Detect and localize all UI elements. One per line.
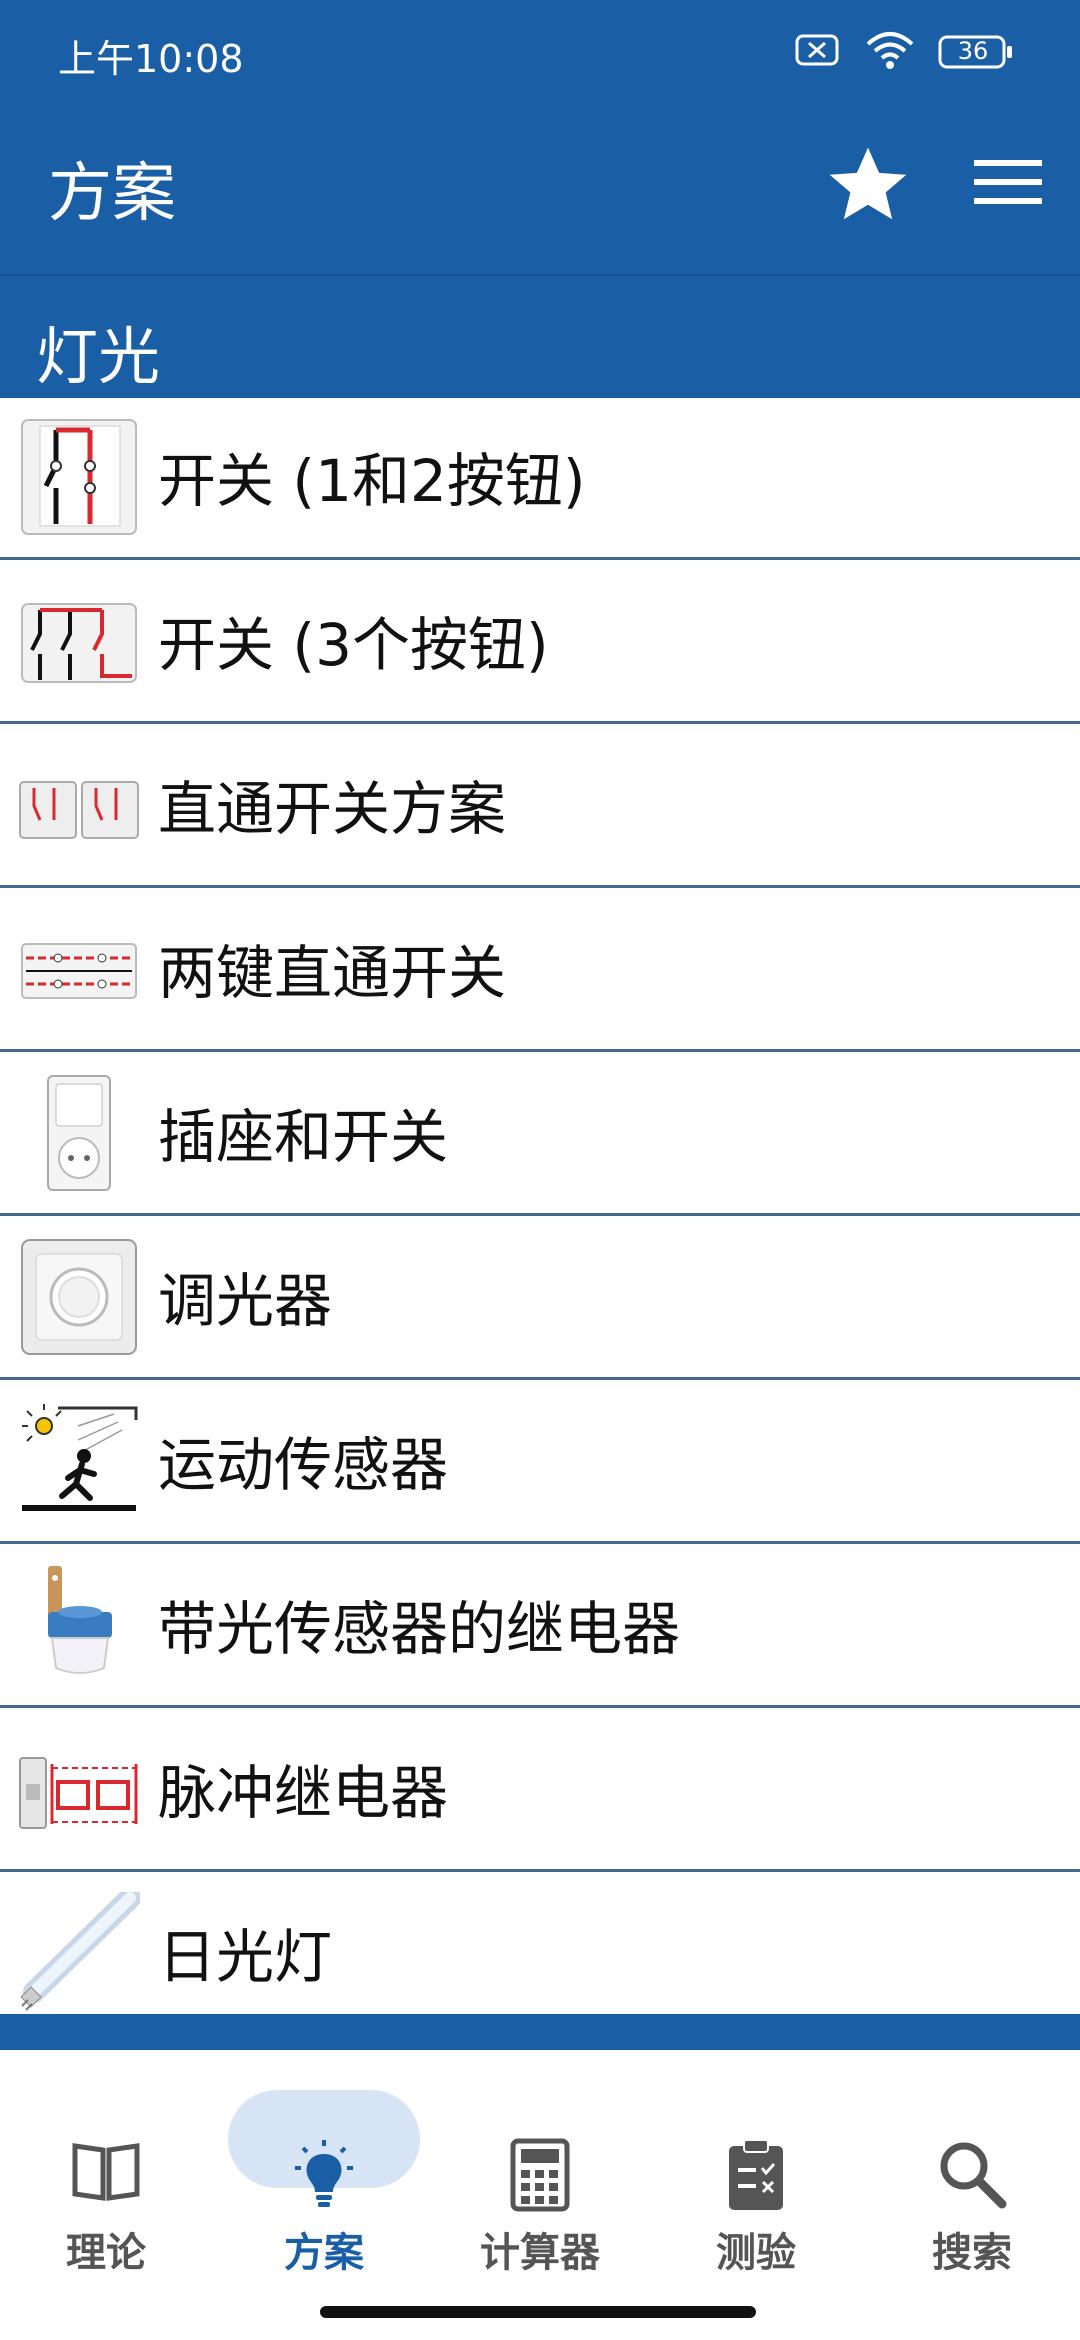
list-item[interactable]: 直通开关方案	[0, 724, 1080, 888]
list-item[interactable]: 脉冲继电器	[0, 1708, 1080, 1872]
sim-disabled-icon	[794, 32, 842, 72]
status-bar: 上午10:08 36	[0, 0, 1080, 100]
menu-button[interactable]	[968, 142, 1048, 222]
switch-1-2-diagram-icon	[18, 416, 140, 538]
item-label: 带光传感器的继电器	[158, 1595, 681, 1663]
favorites-button[interactable]	[822, 138, 914, 230]
list-item[interactable]: 调光器	[0, 1216, 1080, 1380]
two-key-pass-through-icon	[18, 908, 140, 1030]
list-footer-bar	[0, 2014, 1080, 2050]
tab-label: 方案	[284, 2230, 364, 2276]
list-item[interactable]: 带光传感器的继电器	[0, 1544, 1080, 1708]
list-item[interactable]: 日光灯	[0, 1872, 1080, 2036]
battery-icon: 36	[938, 34, 1014, 70]
pass-through-switch-icon	[18, 744, 140, 866]
tab-quiz[interactable]: 测验	[656, 2090, 856, 2290]
switch-3-diagram-icon	[18, 580, 140, 702]
pulse-relay-icon	[18, 1728, 140, 1850]
section-header: 灯光	[0, 274, 1080, 398]
motion-sensor-icon	[18, 1400, 140, 1522]
list-item[interactable]: 运动传感器	[0, 1380, 1080, 1544]
tab-label: 测验	[716, 2230, 796, 2276]
tab-label: 计算器	[480, 2230, 600, 2276]
tab-search[interactable]: 搜索	[872, 2090, 1072, 2290]
app-bar: 方案	[0, 100, 1080, 274]
page-title: 方案	[48, 157, 176, 231]
tab-label: 搜索	[932, 2230, 1012, 2276]
status-icons: 36	[794, 30, 1014, 74]
socket-switch-icon	[18, 1072, 140, 1194]
section-title: 灯光	[36, 320, 161, 393]
scheme-list: 开关 (1和2按钮) 开关 (3个按钮) 直通开关方案 两键直通开关 插座和开关…	[0, 396, 1080, 2036]
star-icon	[829, 147, 907, 220]
dimmer-icon	[18, 1236, 140, 1358]
item-label: 脉冲继电器	[158, 1759, 449, 1827]
item-label: 日光灯	[158, 1923, 333, 1991]
home-indicator[interactable]	[320, 2306, 756, 2318]
bottom-navigation: 理论 方案 计算器 测验 搜索	[0, 2050, 1080, 2340]
tab-calculator[interactable]: 计算器	[440, 2090, 640, 2290]
tab-label: 理论	[66, 2230, 146, 2276]
fluorescent-lamp-icon	[18, 1887, 141, 2014]
tab-theory[interactable]: 理论	[6, 2090, 206, 2290]
wifi-icon	[864, 30, 916, 74]
item-label: 直通开关方案	[158, 775, 507, 843]
battery-level: 36	[957, 37, 989, 65]
search-icon	[936, 2138, 1008, 2214]
status-time: 上午10:08	[58, 37, 244, 81]
list-item[interactable]: 插座和开关	[0, 1052, 1080, 1216]
light-sensor-relay-icon	[18, 1564, 140, 1686]
book-icon	[71, 2138, 141, 2208]
list-item[interactable]: 开关 (3个按钮)	[0, 560, 1080, 724]
item-label: 运动传感器	[158, 1431, 449, 1499]
item-label: 插座和开关	[158, 1103, 449, 1171]
clipboard-icon	[726, 2138, 786, 2216]
item-label: 开关 (3个按钮)	[158, 611, 549, 679]
list-item[interactable]: 开关 (1和2按钮)	[0, 396, 1080, 560]
tab-schemes[interactable]: 方案	[224, 2090, 424, 2290]
item-label: 调光器	[158, 1267, 333, 1335]
item-label: 两键直通开关	[158, 939, 507, 1007]
lightbulb-icon	[289, 2138, 359, 2212]
calculator-icon	[510, 2138, 570, 2216]
item-label: 开关 (1和2按钮)	[158, 447, 586, 515]
list-item[interactable]: 两键直通开关	[0, 888, 1080, 1052]
hamburger-menu-icon	[974, 160, 1042, 204]
